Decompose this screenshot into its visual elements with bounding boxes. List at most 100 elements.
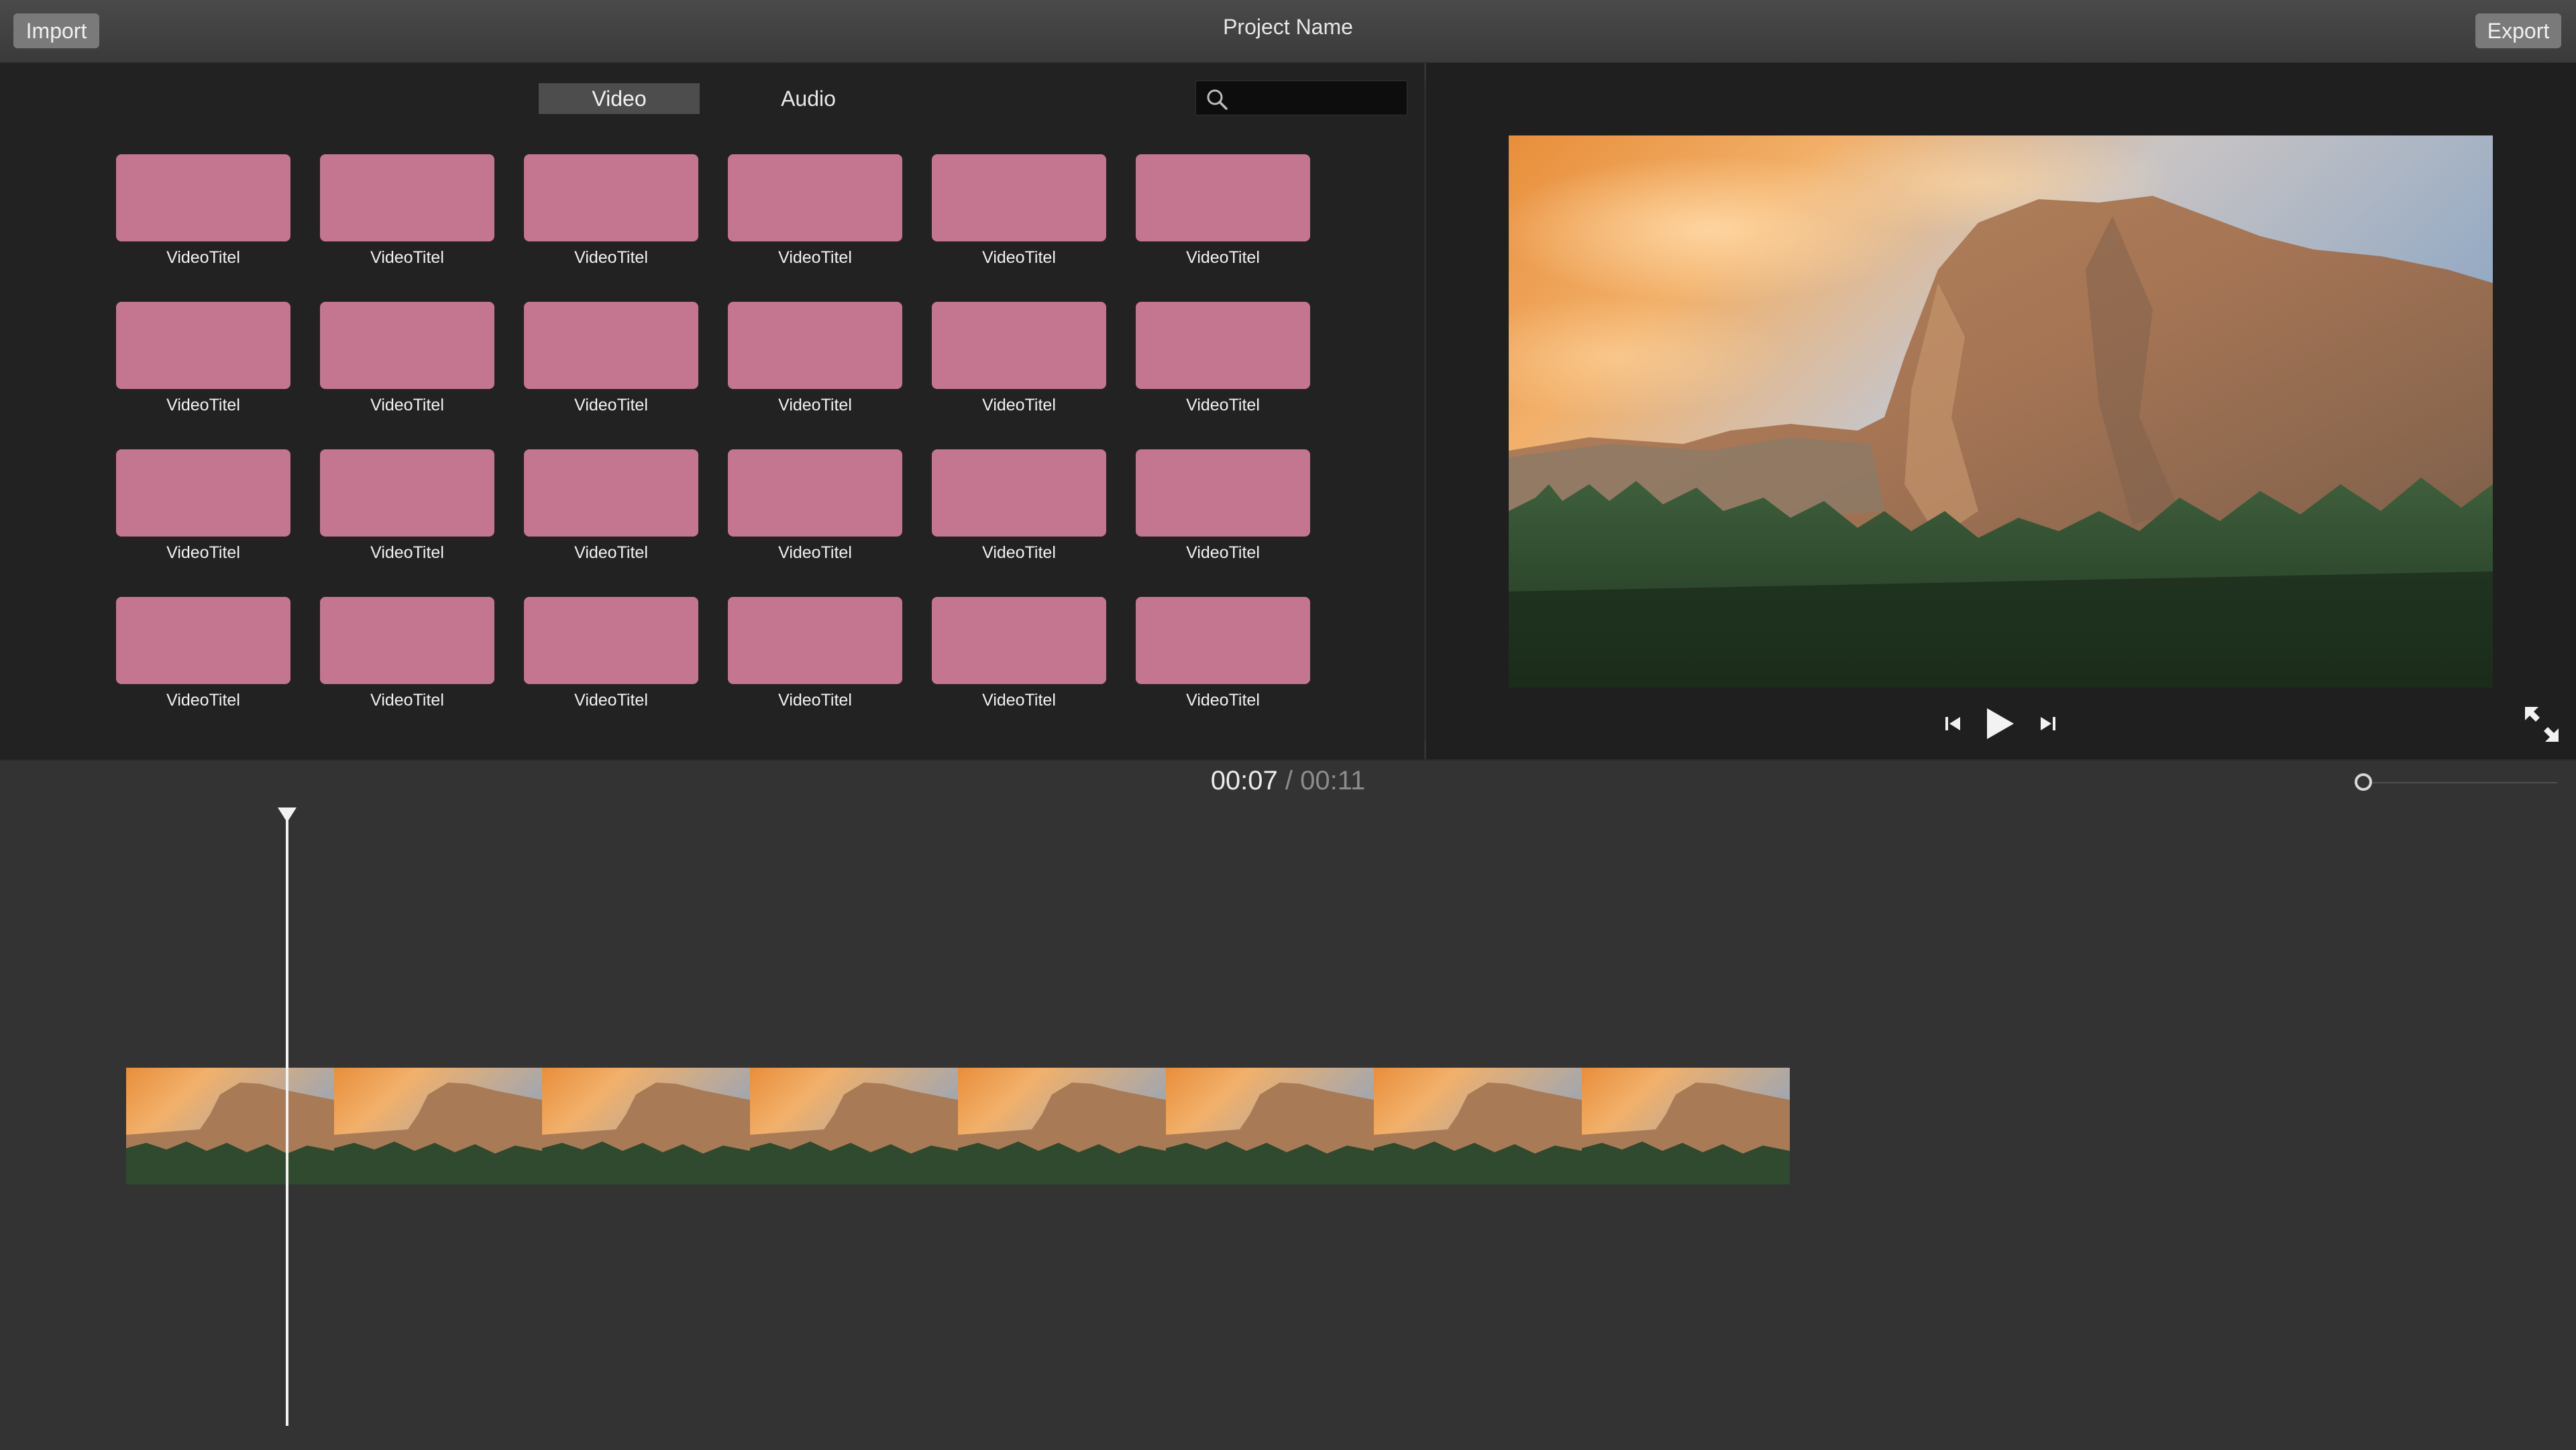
clip-thumbnail — [320, 302, 494, 389]
library-clip[interactable]: VideoTitel — [1136, 449, 1310, 562]
library-clip[interactable]: VideoTitel — [524, 302, 698, 414]
library-clip[interactable]: VideoTitel — [1136, 154, 1310, 267]
clip-thumbnail — [320, 597, 494, 684]
clip-title: VideoTitel — [778, 248, 852, 267]
library-clip[interactable]: VideoTitel — [116, 597, 290, 710]
tab-video[interactable]: Video — [539, 83, 700, 114]
skip-back-icon — [1944, 715, 1962, 732]
clip-thumbnail — [932, 302, 1106, 389]
clip-thumbnail — [932, 449, 1106, 537]
skip-forward-button[interactable] — [2039, 715, 2057, 732]
clip-grid: VideoTitel VideoTitel VideoTitel VideoTitel… — [116, 154, 1310, 710]
library-clip[interactable]: VideoTitel — [932, 154, 1106, 267]
library-clip[interactable]: VideoTitel — [320, 449, 494, 562]
clip-title: VideoTitel — [166, 248, 240, 267]
clip-title: VideoTitel — [1186, 248, 1260, 267]
project-title: Project Name — [1223, 15, 1353, 39]
library-clip[interactable]: VideoTitel — [524, 154, 698, 267]
timecode-display: 00:07 / 00:11 — [0, 766, 2576, 796]
library-clip[interactable]: VideoTitel — [728, 449, 902, 562]
clip-thumbnail — [728, 302, 902, 389]
search-input[interactable] — [1234, 81, 1404, 116]
library-clip[interactable]: VideoTitel — [116, 154, 290, 267]
play-button[interactable] — [1984, 707, 2015, 740]
library-clip[interactable]: VideoTitel — [524, 449, 698, 562]
clip-thumbnail — [1136, 597, 1310, 684]
filmstrip-frame — [958, 1068, 1166, 1184]
clip-title: VideoTitel — [574, 691, 648, 710]
library-clip[interactable]: VideoTitel — [932, 449, 1106, 562]
clip-title: VideoTitel — [778, 691, 852, 710]
clip-title: VideoTitel — [574, 396, 648, 414]
filmstrip-frame — [542, 1068, 750, 1184]
skip-back-button[interactable] — [1944, 715, 1962, 732]
clip-thumbnail — [1136, 449, 1310, 537]
clip-title: VideoTitel — [778, 543, 852, 562]
tab-audio[interactable]: Audio — [728, 83, 889, 114]
library-clip[interactable]: VideoTitel — [116, 302, 290, 414]
clip-thumbnail — [728, 597, 902, 684]
time-separator: / — [1285, 766, 1293, 795]
library-clip[interactable]: VideoTitel — [932, 597, 1106, 710]
clip-title: VideoTitel — [982, 691, 1056, 710]
top-toolbar: Import Project Name Export — [0, 0, 2576, 63]
library-clip[interactable]: VideoTitel — [1136, 302, 1310, 414]
playhead-line[interactable] — [286, 812, 288, 1426]
zoom-slider-knob[interactable] — [2355, 773, 2372, 791]
clip-thumbnail — [1136, 154, 1310, 241]
library-clip[interactable]: VideoTitel — [320, 302, 494, 414]
clip-title: VideoTitel — [982, 248, 1056, 267]
library-clip[interactable]: VideoTitel — [320, 154, 494, 267]
clip-thumbnail — [320, 154, 494, 241]
clip-title: VideoTitel — [1186, 396, 1260, 414]
clip-title: VideoTitel — [778, 396, 852, 414]
filmstrip-frame — [126, 1068, 334, 1184]
clip-thumbnail — [524, 154, 698, 241]
clip-thumbnail — [116, 597, 290, 684]
filmstrip-frame — [334, 1068, 542, 1184]
clip-thumbnail — [524, 449, 698, 537]
clip-title: VideoTitel — [166, 543, 240, 562]
clip-title: VideoTitel — [370, 543, 444, 562]
clip-title: VideoTitel — [982, 543, 1056, 562]
clip-thumbnail — [728, 449, 902, 537]
timeline-clip[interactable] — [126, 1068, 1790, 1184]
clip-thumbnail — [524, 302, 698, 389]
clip-title: VideoTitel — [370, 691, 444, 710]
playhead-handle[interactable] — [278, 807, 297, 822]
zoom-slider-track[interactable] — [2368, 782, 2557, 783]
clip-thumbnail — [524, 597, 698, 684]
library-clip[interactable]: VideoTitel — [524, 597, 698, 710]
library-clip[interactable]: VideoTitel — [116, 449, 290, 562]
library-clip[interactable]: VideoTitel — [1136, 597, 1310, 710]
clip-title: VideoTitel — [1186, 691, 1260, 710]
play-icon — [1984, 707, 2015, 740]
library-clip[interactable]: VideoTitel — [728, 302, 902, 414]
clip-title: VideoTitel — [166, 691, 240, 710]
clip-thumbnail — [932, 597, 1106, 684]
clip-thumbnail — [728, 154, 902, 241]
clip-thumbnail — [116, 302, 290, 389]
export-button[interactable]: Export — [2475, 13, 2561, 48]
search-icon — [1205, 88, 1228, 111]
current-time: 00:07 — [1210, 766, 1278, 795]
library-clip[interactable]: VideoTitel — [728, 597, 902, 710]
clip-title: VideoTitel — [574, 543, 648, 562]
clip-thumbnail — [932, 154, 1106, 241]
filmstrip-frame — [750, 1068, 958, 1184]
clip-title: VideoTitel — [574, 248, 648, 267]
clip-thumbnail — [320, 449, 494, 537]
search-box[interactable] — [1195, 80, 1407, 116]
library-clip[interactable]: VideoTitel — [320, 597, 494, 710]
clip-title: VideoTitel — [982, 396, 1056, 414]
clip-title: VideoTitel — [370, 248, 444, 267]
fullscreen-button[interactable] — [2524, 706, 2560, 743]
filmstrip-frame — [1582, 1068, 1790, 1184]
filmstrip-frame — [1166, 1068, 1374, 1184]
clip-title: VideoTitel — [166, 396, 240, 414]
video-preview[interactable] — [1509, 135, 2493, 687]
clip-thumbnail — [116, 449, 290, 537]
expand-arrows-icon — [2524, 706, 2560, 743]
library-clip[interactable]: VideoTitel — [728, 154, 902, 267]
library-clip[interactable]: VideoTitel — [932, 302, 1106, 414]
